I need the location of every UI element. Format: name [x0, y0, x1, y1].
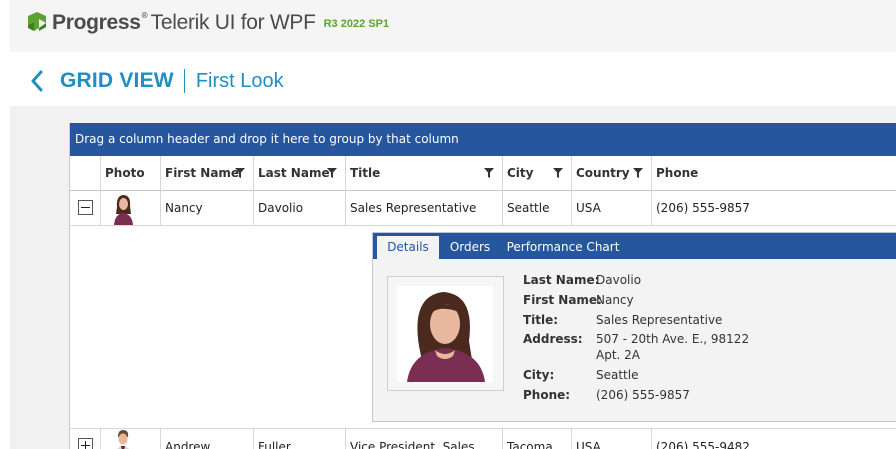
- title-divider: [183, 69, 185, 93]
- label-city: City:: [523, 368, 555, 382]
- cell-first-name: Nancy: [161, 190, 254, 225]
- label-phone: Phone:: [523, 388, 571, 402]
- chevron-left-icon: [31, 70, 43, 92]
- column-header-label: Phone: [656, 166, 699, 180]
- filter-icon[interactable]: [327, 168, 337, 178]
- value-address-line2: Apt. 2A: [596, 348, 641, 362]
- row-details: Details Orders Performance Chart Last Na…: [70, 225, 896, 429]
- page-title-bar: GRID VIEW First Look: [30, 67, 284, 95]
- brand: Progress ® Telerik UI for WPF R3 2022 SP…: [26, 11, 389, 35]
- header-expander-cell: [70, 156, 101, 190]
- header-row: Photo First Name Last Name Title City Co…: [70, 156, 896, 191]
- column-header-label: Title: [350, 166, 381, 180]
- filter-icon[interactable]: [553, 168, 563, 178]
- cell-city: Tacoma: [503, 428, 572, 449]
- column-header-photo[interactable]: Photo: [101, 156, 161, 190]
- details-tab-control: Details Orders Performance Chart Last Na…: [372, 232, 896, 422]
- minus-icon: [81, 207, 90, 208]
- grid-view: Drag a column header and drop it here to…: [69, 123, 896, 449]
- tab-orders[interactable]: Orders: [443, 233, 497, 259]
- photo-cell: [101, 190, 161, 225]
- version-label: R3 2022 SP1: [323, 18, 390, 30]
- column-header-label: Last Name: [258, 166, 330, 180]
- expander-cell: [70, 190, 101, 225]
- label-title: Title:: [523, 313, 559, 327]
- cell-phone: (206) 555-9482: [656, 440, 750, 449]
- employee-photo-frame: [387, 276, 504, 391]
- portrait-image-icon: [397, 286, 493, 382]
- column-header-label: Country: [576, 166, 630, 180]
- app-header: Progress ® Telerik UI for WPF R3 2022 SP…: [10, 0, 896, 52]
- value-last-name: Davolio: [596, 273, 642, 287]
- employee-photo: [397, 286, 493, 382]
- cell-last-name: Davolio: [254, 190, 346, 225]
- label-first-name: First Name:: [523, 293, 602, 307]
- value-address-line1: 507 - 20th Ave. E., 98122: [596, 332, 750, 346]
- expander-cell: [70, 428, 101, 449]
- column-header-label: Photo: [105, 166, 145, 180]
- page-title: GRID VIEW: [60, 69, 174, 92]
- demo-area: Drag a column header and drop it here to…: [10, 106, 896, 449]
- value-title: Sales Representative: [596, 313, 723, 327]
- filter-icon[interactable]: [235, 168, 245, 178]
- progress-logo-icon: [28, 12, 46, 31]
- table-row[interactable]: Nancy Davolio Sales Representative Seatt…: [70, 190, 896, 226]
- value-first-name: Nancy: [596, 293, 634, 307]
- cell-title: Vice President, Sales: [346, 428, 503, 449]
- column-header-city[interactable]: City: [503, 156, 572, 190]
- column-header-last-name[interactable]: Last Name: [254, 156, 346, 190]
- product-name: Telerik UI for WPF: [150, 11, 316, 34]
- table-row[interactable]: Andrew Fuller Vice President, Sales Taco…: [70, 428, 896, 449]
- column-header-label: First Name: [165, 166, 240, 180]
- page-subtitle: First Look: [195, 69, 284, 92]
- collapse-button[interactable]: [78, 200, 93, 215]
- value-phone: (206) 555-9857: [596, 388, 690, 402]
- column-header-label: City: [507, 166, 534, 180]
- cell-country: USA: [572, 190, 652, 225]
- registered-mark: ®: [140, 10, 149, 20]
- tab-strip: Details Orders Performance Chart: [373, 233, 896, 259]
- cell-country: USA: [572, 428, 652, 449]
- tab-details[interactable]: Details: [377, 236, 439, 259]
- label-address: Address:: [523, 332, 583, 346]
- expand-button[interactable]: [78, 438, 93, 449]
- column-header-phone[interactable]: Phone: [652, 156, 896, 190]
- filter-icon[interactable]: [484, 168, 494, 178]
- back-button[interactable]: [30, 67, 48, 95]
- filter-icon[interactable]: [633, 168, 643, 178]
- brand-name: Progress: [52, 11, 141, 34]
- employee-photo-thumbnail: [114, 195, 133, 225]
- cell-phone: (206) 555-9857: [656, 200, 750, 215]
- column-header-country[interactable]: Country: [572, 156, 652, 190]
- tab-performance-chart[interactable]: Performance Chart: [506, 233, 620, 259]
- photo-cell: [101, 428, 161, 449]
- column-header-first-name[interactable]: First Name: [161, 156, 254, 190]
- cell-last-name: Fuller: [254, 428, 346, 449]
- cell-city: Seattle: [503, 190, 572, 225]
- group-panel[interactable]: Drag a column header and drop it here to…: [70, 123, 896, 156]
- cell-first-name: Andrew: [161, 428, 254, 449]
- plus-icon-vertical: [85, 441, 86, 449]
- value-city: Seattle: [596, 368, 639, 382]
- label-last-name: Last Name:: [523, 273, 600, 287]
- cell-title: Sales Representative: [346, 190, 503, 225]
- column-header-title[interactable]: Title: [346, 156, 503, 190]
- employee-photo-thumbnail: [117, 430, 129, 449]
